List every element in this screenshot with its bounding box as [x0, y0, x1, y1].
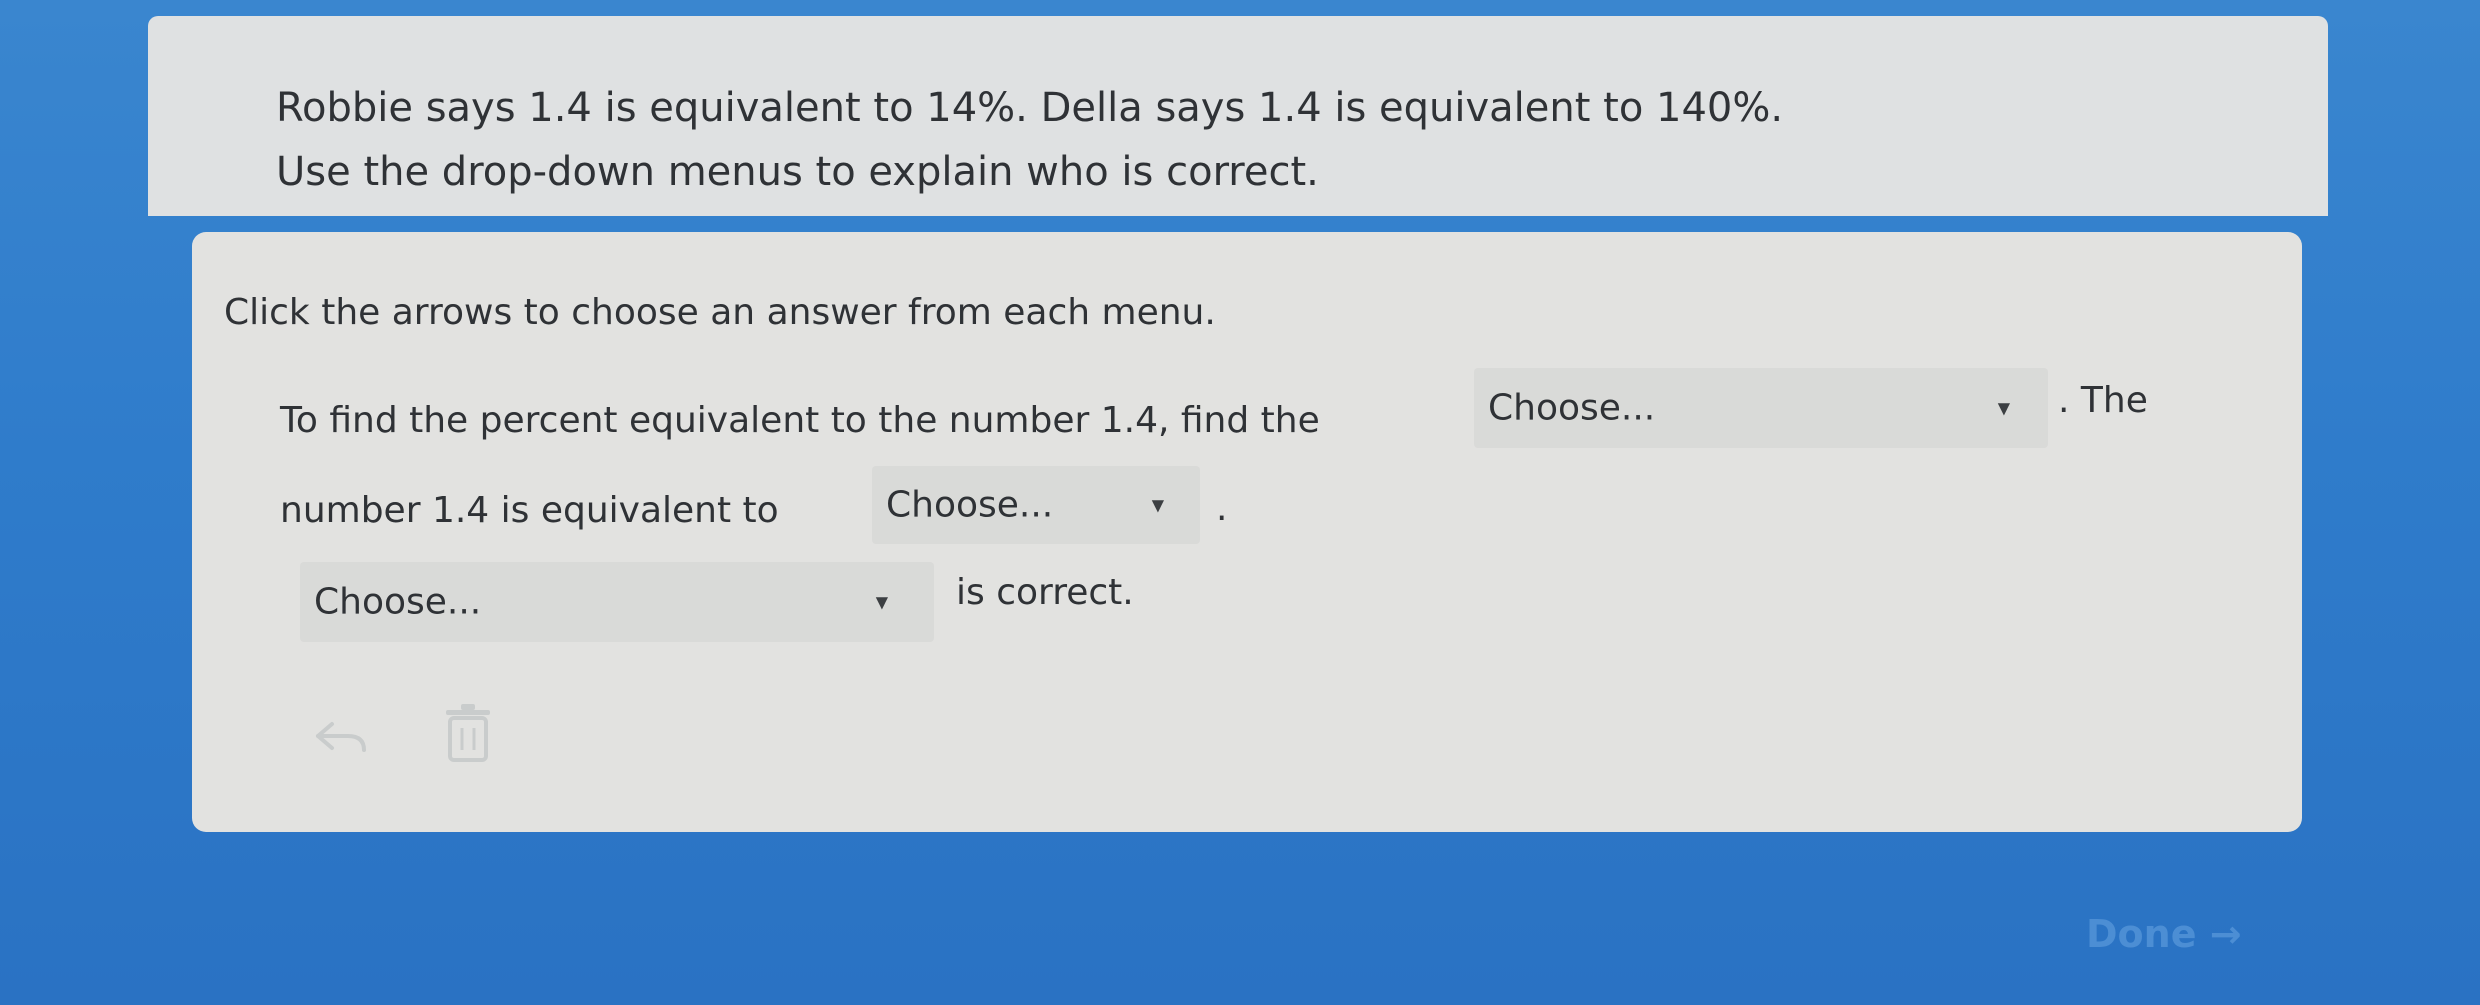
chevron-down-icon[interactable]: ▼ [1998, 399, 2010, 418]
trash-icon[interactable] [440, 702, 496, 772]
chevron-down-icon[interactable]: ▼ [876, 593, 888, 612]
answer-panel: Click the arrows to choose an answer fro… [192, 232, 2302, 832]
dropdown-2-value: Choose... [886, 484, 1054, 526]
dropdown-1-value: Choose... [1488, 387, 1656, 429]
chevron-down-icon[interactable]: ▼ [1152, 496, 1164, 515]
sentence-1-prefix: To find the percent equivalent to the nu… [280, 400, 1320, 441]
sentence-2-suffix: . [1216, 488, 1228, 529]
instruction-text: Click the arrows to choose an answer fro… [224, 292, 1216, 333]
dropdown-1[interactable]: Choose... ▼ [1474, 368, 2048, 448]
question-line-2: Use the drop-down menus to explain who i… [276, 149, 1319, 195]
dropdown-3-value: Choose... [314, 581, 482, 623]
question-line-1: Robbie says 1.4 is equivalent to 14%. De… [276, 85, 1784, 131]
dropdown-3[interactable]: Choose... ▼ [300, 562, 934, 642]
sentence-1-suffix: . The [2058, 380, 2148, 421]
sentence-2-prefix: number 1.4 is equivalent to [280, 490, 779, 531]
dropdown-2[interactable]: Choose... ▼ [872, 466, 1200, 544]
question-panel: Robbie says 1.4 is equivalent to 14%. De… [148, 16, 2328, 216]
undo-icon[interactable] [312, 716, 370, 768]
done-button[interactable]: Done → [2086, 912, 2242, 956]
sentence-3-suffix: is correct. [956, 572, 1134, 613]
